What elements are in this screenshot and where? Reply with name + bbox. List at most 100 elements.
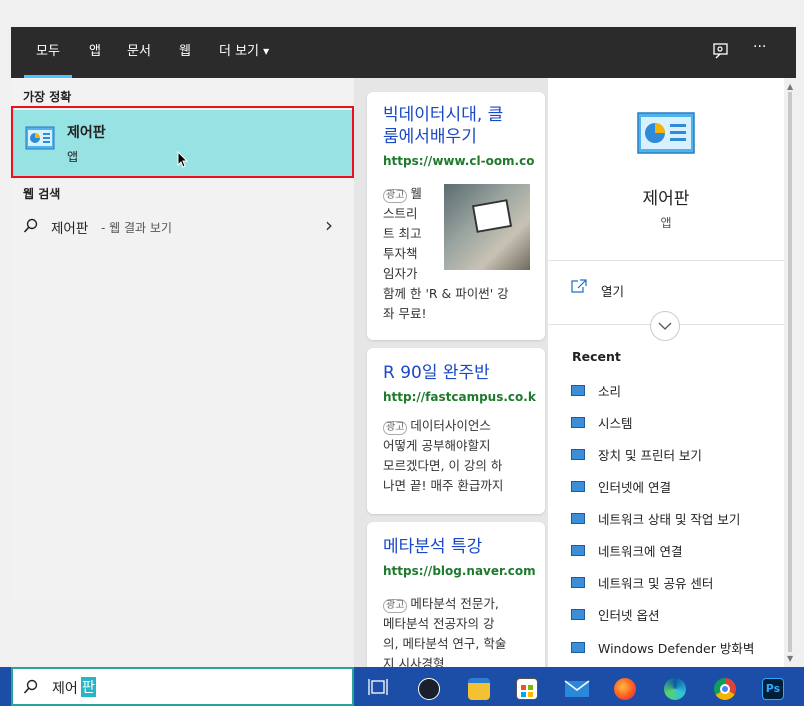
recent-item[interactable]: 인터넷에 연결 <box>571 477 671 496</box>
recent-item-label: 네트워크 및 공유 센터 <box>598 576 714 591</box>
file-explorer-icon[interactable] <box>468 678 490 700</box>
ads-pane: 빅데이터시대, 클 룸에서배우기 https://www.cl-oom.co 광… <box>354 78 548 667</box>
chevron-down-icon <box>658 322 672 330</box>
search-icon <box>23 679 38 694</box>
edge-icon[interactable] <box>664 678 686 700</box>
ad-line: 나면 끝! 매주 환급까지 <box>383 478 504 493</box>
chevron-right-icon: › <box>325 213 333 237</box>
web-suffix: - 웹 결과 보기 <box>101 221 172 235</box>
scrollbar-thumb[interactable] <box>788 92 792 652</box>
more-options-icon[interactable]: ··· <box>753 39 766 55</box>
web-search-header: 웹 검색 <box>23 187 61 201</box>
recent-item[interactable]: 네트워크 및 공유 센터 <box>571 573 713 592</box>
feedback-icon[interactable] <box>711 41 731 61</box>
task-view-icon[interactable] <box>368 677 388 697</box>
store-icon[interactable] <box>516 678 538 700</box>
ad-card[interactable]: R 90일 완주반 http://fastcampus.co.k 광고 데이터사이… <box>367 348 545 514</box>
ad-line: 메타분석 전문가, <box>410 596 499 611</box>
ad-badge: 광고 <box>383 599 408 613</box>
tab-web-label: 웹 <box>179 44 191 59</box>
tab-documents-label: 문서 <box>127 44 151 59</box>
web-query: 제어판 <box>51 221 89 237</box>
tab-apps-label: 앱 <box>89 44 101 59</box>
chrome-icon[interactable] <box>714 678 736 700</box>
tab-documents[interactable]: 문서 <box>127 27 151 78</box>
open-label: 열기 <box>601 284 625 299</box>
recent-item-label: 인터넷에 연결 <box>598 480 671 495</box>
chevron-down-icon: ▾ <box>263 44 270 58</box>
tab-more-label: 더 보기 <box>219 44 260 59</box>
control-panel-icon <box>571 609 585 620</box>
control-panel-icon <box>571 417 585 428</box>
steam-icon[interactable] <box>418 678 440 700</box>
firefox-icon[interactable] <box>614 678 636 700</box>
open-icon <box>571 279 587 293</box>
recent-item[interactable]: Windows Defender 방화벽 <box>571 638 754 657</box>
ad-url[interactable]: https://www.cl-oom.co <box>383 154 534 168</box>
scroll-down-arrow[interactable]: ▼ <box>787 654 793 663</box>
recent-item-label: Windows Defender 방화벽 <box>598 641 755 656</box>
ad-line: 모르겠다면, 이 강의 하 <box>383 458 503 473</box>
ad-line: 데이터사이언스 <box>410 418 491 433</box>
divider <box>548 260 784 261</box>
ad-line: 웰 <box>410 186 422 201</box>
tab-more[interactable]: 더 보기 ▾ <box>219 27 269 78</box>
control-panel-icon <box>571 385 585 396</box>
control-panel-icon <box>571 449 585 460</box>
tab-web[interactable]: 웹 <box>179 27 191 78</box>
ad-title[interactable]: 빅데이터시대, 클 <box>383 104 503 126</box>
ad-title[interactable]: R 90일 완주반 <box>383 362 490 384</box>
ad-line: 스트리 <box>383 206 418 221</box>
ad-line: 함께 한 'R & 파이썬' 강 <box>383 286 509 301</box>
photoshop-icon[interactable]: Ps <box>762 678 784 700</box>
recent-item[interactable]: 네트워크 상태 및 작업 보기 <box>571 509 740 528</box>
control-panel-icon <box>571 481 585 492</box>
firewall-icon <box>571 642 585 653</box>
recent-header: Recent <box>572 349 621 364</box>
taskbar-search-box[interactable]: 제어 판 <box>11 667 354 706</box>
tab-apps[interactable]: 앱 <box>89 27 101 78</box>
best-match-header: 가장 정확 <box>23 90 72 104</box>
ad-badge: 광고 <box>383 189 408 203</box>
ad-body: 광고 메타분석 전문가, 메타분석 전공자의 강 의, 메타분석 연구, 학술 지… <box>383 594 543 667</box>
recent-item-label: 장치 및 프린터 보기 <box>598 448 702 463</box>
control-panel-large-icon <box>637 112 695 154</box>
recent-item-label: 소리 <box>598 384 622 399</box>
mail-icon[interactable] <box>564 680 590 698</box>
ad-line: 좌 무료! <box>383 306 427 321</box>
recent-item-label: 네트워크 상태 및 작업 보기 <box>598 512 741 527</box>
control-panel-icon <box>571 577 585 588</box>
ad-card[interactable]: 메타분석 특강 https://blog.naver.com 광고 메타분석 전문… <box>367 522 545 667</box>
ad-line: 투자책 <box>383 246 418 261</box>
ad-url[interactable]: http://fastcampus.co.k <box>383 390 536 404</box>
search-scope-bar: 모두 앱 문서 웹 더 보기 ▾ ··· <box>11 27 796 78</box>
recent-item-label: 시스템 <box>598 416 633 431</box>
ad-url[interactable]: https://blog.naver.com <box>383 564 536 578</box>
highlight-box <box>11 106 354 178</box>
recent-item[interactable]: 네트워크에 연결 <box>571 541 682 560</box>
scroll-up-arrow[interactable]: ▲ <box>787 82 793 91</box>
expand-button[interactable] <box>650 311 680 341</box>
recent-item[interactable]: 시스템 <box>571 413 633 432</box>
ad-body: 광고 데이터사이언스 어떻게 공부해야할지 모르겠다면, 이 강의 하 나면 끝!… <box>383 416 543 496</box>
recent-item[interactable]: 장치 및 프린터 보기 <box>571 445 702 464</box>
scrollbar[interactable]: ▲ ▼ <box>784 78 796 667</box>
tab-all-label: 모두 <box>36 44 60 59</box>
recent-item[interactable]: 인터넷 옵션 <box>571 605 659 624</box>
recent-item-label: 인터넷 옵션 <box>598 608 660 623</box>
ad-title-line2[interactable]: 룸에서배우기 <box>383 126 477 148</box>
ad-title[interactable]: 메타분석 특강 <box>383 536 482 558</box>
ad-line: 어떻게 공부해야할지 <box>383 438 491 453</box>
preview-app-type: 앱 <box>660 216 672 230</box>
ad-body: 광고 웰 스트리 트 최고 투자책 임자가 함께 한 'R & 파이썬' 강 좌 … <box>383 184 543 324</box>
tab-all[interactable]: 모두 <box>24 27 72 78</box>
ad-card[interactable]: 빅데이터시대, 클 룸에서배우기 https://www.cl-oom.co 광… <box>367 92 545 340</box>
recent-item-label: 네트워크에 연결 <box>598 544 683 559</box>
ad-badge: 광고 <box>383 421 408 435</box>
ad-line: 트 최고 <box>383 226 422 241</box>
control-panel-icon <box>571 513 585 524</box>
open-action[interactable]: 열기 <box>568 278 768 300</box>
recent-item[interactable]: 소리 <box>571 381 621 400</box>
web-search-item[interactable]: 제어판 - 웹 결과 보기 › <box>11 210 354 240</box>
ad-line: 의, 메타분석 연구, 학술 <box>383 636 507 651</box>
